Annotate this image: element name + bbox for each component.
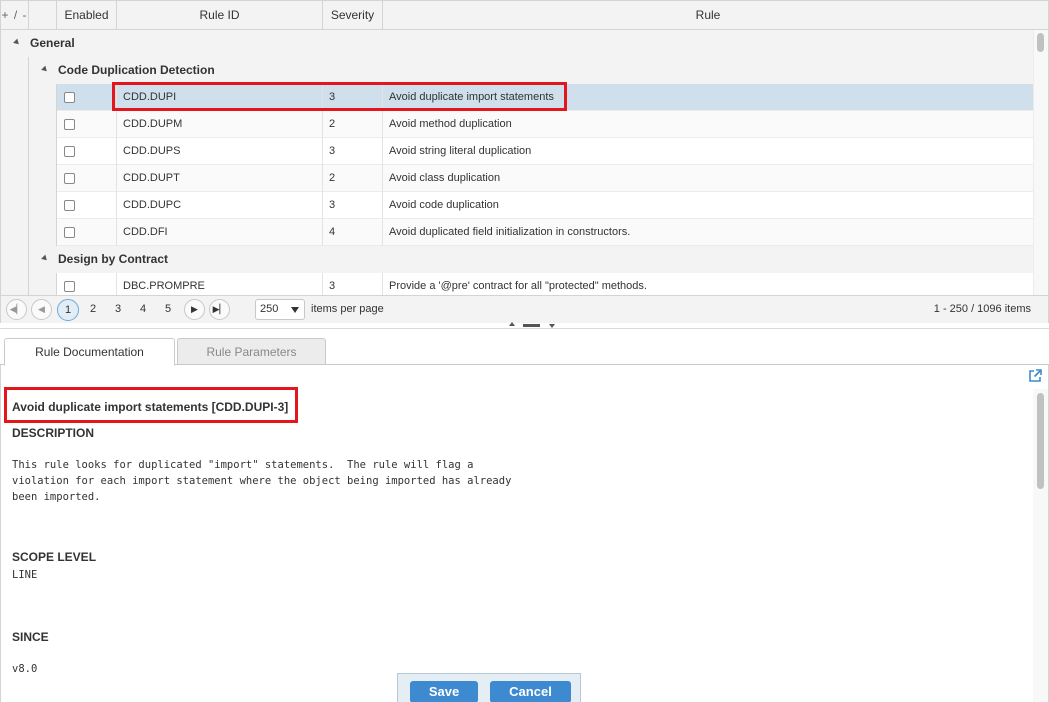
rule-cell: Avoid method duplication xyxy=(389,118,512,130)
external-link-icon[interactable] xyxy=(1028,369,1042,383)
checkbox-cell xyxy=(57,273,117,295)
enabled-checkbox[interactable] xyxy=(64,146,75,157)
selected-row-highlight-annotation xyxy=(112,82,567,111)
column-header-rule[interactable]: Rule xyxy=(383,1,1033,29)
next-page-icon[interactable]: ▶ xyxy=(184,299,205,320)
severity-cell: 4 xyxy=(323,219,383,246)
expand-collapse-toggle[interactable]: + / - xyxy=(1,1,29,29)
per-page-value: 250 xyxy=(260,303,279,315)
group-row-design-by-contract[interactable]: Design by Contract xyxy=(29,246,1033,273)
title-highlight-annotation xyxy=(4,387,298,423)
drag-handle-icon[interactable] xyxy=(523,324,540,327)
save-button[interactable]: Save xyxy=(410,681,478,702)
page-1[interactable]: 1 xyxy=(57,299,79,321)
collapse-arrow-icon[interactable] xyxy=(41,65,49,74)
enabled-checkbox[interactable] xyxy=(64,227,75,238)
enabled-checkbox[interactable] xyxy=(64,200,75,211)
dropdown-caret-icon xyxy=(291,307,299,313)
rule-cell: Avoid code duplication xyxy=(389,199,499,211)
rule-id-cell: CDD.DUPM xyxy=(117,111,323,138)
checkbox-cell xyxy=(57,165,117,192)
group-row-general[interactable]: General xyxy=(1,30,1033,57)
rule-id-cell: DBC.PROMPRE xyxy=(117,273,323,295)
cancel-button[interactable]: Cancel xyxy=(490,681,571,702)
rule-documentation-panel: Avoid duplicate import statements [CDD.D… xyxy=(0,365,1049,702)
enabled-checkbox[interactable] xyxy=(64,119,75,130)
severity-cell: 3 xyxy=(323,138,383,165)
group-label: Code Duplication Detection xyxy=(58,63,215,77)
checkbox-cell xyxy=(57,111,117,138)
severity-cell: 3 xyxy=(323,273,383,295)
checkbox-cell xyxy=(57,219,117,246)
rule-id-cell: CDD.DFI xyxy=(117,219,323,246)
header-spacer xyxy=(29,1,57,29)
pager: ◀▏ ◀ 1 2 3 4 5 ▶ ▶▏ 250 items per page 1… xyxy=(0,296,1049,323)
table-row[interactable]: CDD.DFI 4 Avoid duplicated field initial… xyxy=(57,219,1033,246)
expand-up-icon[interactable] xyxy=(509,322,515,326)
since-heading: SINCE xyxy=(12,630,49,644)
scope-level-heading: SCOPE LEVEL xyxy=(12,550,97,564)
table-row[interactable]: CDD.DUPS 3 Avoid string literal duplicat… xyxy=(57,138,1033,165)
severity-cell: 2 xyxy=(323,165,383,192)
collapse-arrow-icon[interactable] xyxy=(13,38,21,47)
severity-cell: 3 xyxy=(323,192,383,219)
column-header-rule-id[interactable]: Rule ID xyxy=(117,1,323,29)
page-4[interactable]: 4 xyxy=(132,299,154,321)
rule-cell: Avoid duplicated field initialization in… xyxy=(389,226,631,238)
group-indent xyxy=(1,57,29,295)
items-per-page-select[interactable]: 250 xyxy=(255,299,305,320)
description-heading: DESCRIPTION xyxy=(12,426,95,440)
grid-scrollbar[interactable] xyxy=(1033,30,1048,295)
severity-cell: 2 xyxy=(323,111,383,138)
description-text: This rule looks for duplicated "import" … xyxy=(12,459,512,503)
checkbox-cell xyxy=(57,138,117,165)
tab-strip: Rule Documentation Rule Parameters xyxy=(0,329,1049,366)
table-row[interactable]: CDD.DUPC 3 Avoid code duplication xyxy=(57,192,1033,219)
page-2[interactable]: 2 xyxy=(82,299,104,321)
since-value: v8.0 xyxy=(12,663,38,675)
enabled-checkbox[interactable] xyxy=(64,173,75,184)
rule-id-cell: CDD.DUPT xyxy=(117,165,323,192)
item-count: 1 - 250 / 1096 items xyxy=(933,303,1031,315)
rule-id-cell: CDD.DUPS xyxy=(117,138,323,165)
grid-body: General Code Duplication Detection CDD.D… xyxy=(1,30,1033,295)
checkbox-cell xyxy=(57,192,117,219)
grid-header: + / - Enabled Rule ID Severity Rule xyxy=(1,1,1048,30)
tab-rule-parameters[interactable]: Rule Parameters xyxy=(177,338,326,365)
first-page-icon[interactable]: ◀▏ xyxy=(6,299,27,320)
group-row-code-duplication[interactable]: Code Duplication Detection xyxy=(29,57,1033,84)
scrollbar-thumb[interactable] xyxy=(1037,393,1044,489)
prev-page-icon[interactable]: ◀ xyxy=(31,299,52,320)
last-page-icon[interactable]: ▶▏ xyxy=(209,299,230,320)
scrollbar-thumb[interactable] xyxy=(1037,33,1044,52)
rule-id-cell: CDD.DUPC xyxy=(117,192,323,219)
checkbox-cell xyxy=(57,84,117,111)
column-header-enabled[interactable]: Enabled xyxy=(57,1,117,29)
table-row[interactable]: CDD.DUPT 2 Avoid class duplication xyxy=(57,165,1033,192)
table-row[interactable]: CDD.DUPM 2 Avoid method duplication xyxy=(57,111,1033,138)
page-3[interactable]: 3 xyxy=(107,299,129,321)
scope-level-value: LINE xyxy=(12,569,38,581)
rule-cell: Avoid string literal duplication xyxy=(389,145,532,157)
dialog-footer: Save Cancel xyxy=(397,673,581,702)
page-5[interactable]: 5 xyxy=(157,299,179,321)
rules-grid: + / - Enabled Rule ID Severity Rule Gene… xyxy=(0,0,1049,296)
collapse-down-icon[interactable] xyxy=(549,324,555,328)
column-header-severity[interactable]: Severity xyxy=(323,1,383,29)
doc-scrollbar[interactable] xyxy=(1033,389,1048,702)
group-label: General xyxy=(30,36,75,50)
rule-cell: Provide a '@pre' contract for all "prote… xyxy=(389,280,647,292)
group-label: Design by Contract xyxy=(58,252,169,266)
tab-rule-documentation[interactable]: Rule Documentation xyxy=(4,338,175,366)
items-per-page-label: items per page xyxy=(311,303,384,315)
collapse-arrow-icon[interactable] xyxy=(41,254,49,263)
enabled-checkbox[interactable] xyxy=(64,92,75,103)
table-row[interactable]: DBC.PROMPRE 3 Provide a '@pre' contract … xyxy=(57,273,1033,295)
rule-cell: Avoid class duplication xyxy=(389,172,501,184)
enabled-checkbox[interactable] xyxy=(64,281,75,292)
